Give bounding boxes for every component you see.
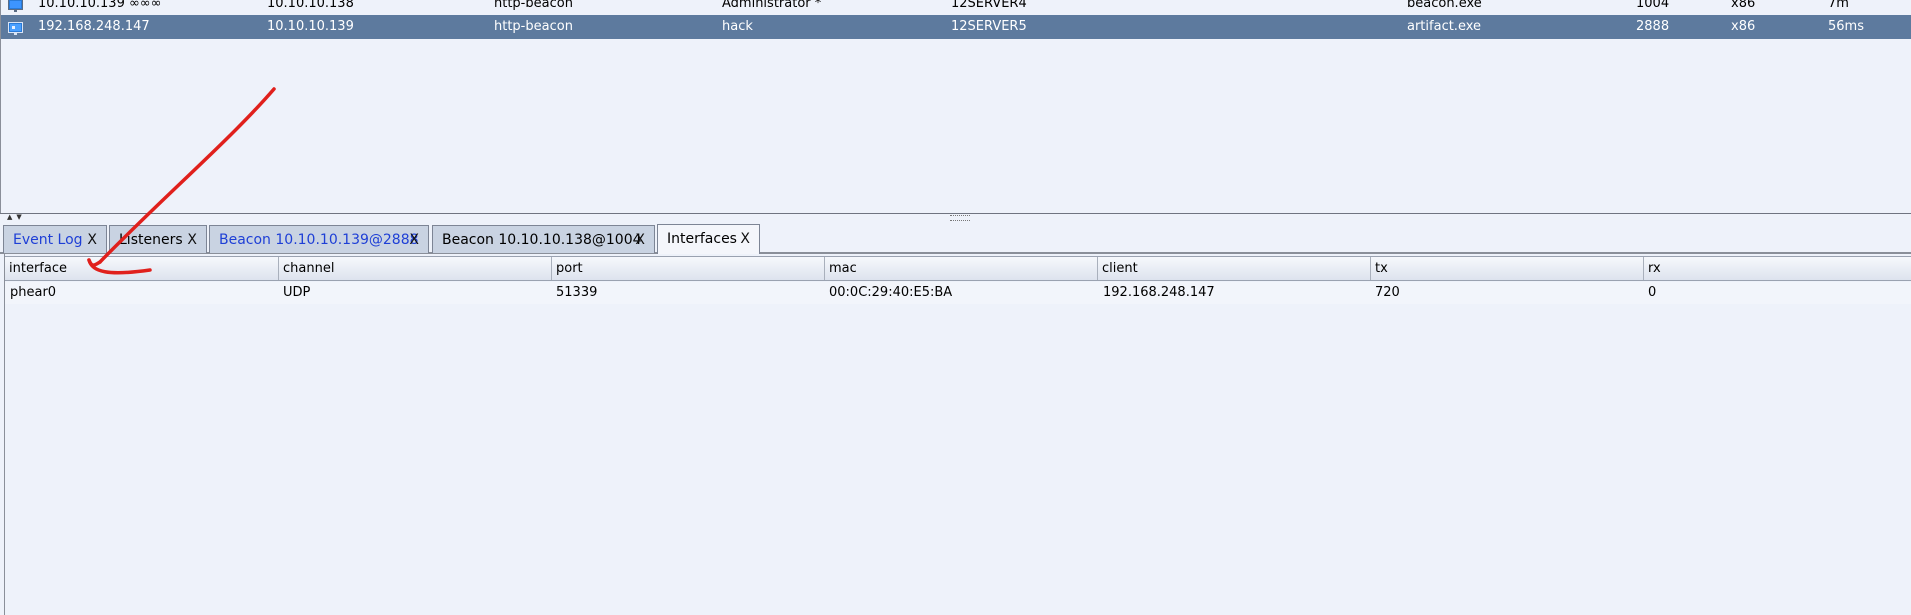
windows-monitor-icon xyxy=(8,0,23,12)
session-internal: 10.10.10.139 xyxy=(267,19,354,34)
session-last: 7m xyxy=(1828,0,1849,11)
session-last: 56ms xyxy=(1828,19,1864,34)
windows-monitor-icon xyxy=(8,20,23,35)
session-pid: 2888 xyxy=(1636,19,1670,34)
cobalt-strike-window: 10.10.10.139 ∞∞∞ 10.10.10.138 http-beaco… xyxy=(0,0,1911,615)
table-border xyxy=(4,254,5,615)
tab-label: Beacon 10.10.10.139@2888 xyxy=(219,232,419,248)
session-listener: http-beacon xyxy=(494,0,573,11)
tab-label: Beacon 10.10.10.138@1004 xyxy=(442,232,642,248)
divider-grip-icon[interactable] xyxy=(950,215,970,221)
column-header-client[interactable]: client xyxy=(1098,257,1371,280)
session-row[interactable]: 10.10.10.139 ∞∞∞ 10.10.10.138 http-beaco… xyxy=(1,0,1911,16)
collapse-arrows-icon[interactable]: ▲▼ xyxy=(7,213,26,221)
tab-close-button[interactable]: X xyxy=(87,226,97,254)
tab-label: Interfaces xyxy=(667,231,737,247)
tab-beacon-1004[interactable]: Beacon 10.10.10.138@1004 X xyxy=(432,225,655,253)
split-divider[interactable]: ▲▼ xyxy=(0,213,1911,223)
session-process: beacon.exe xyxy=(1407,0,1482,11)
session-user: Administrator * xyxy=(722,0,822,11)
table-row[interactable]: phear0 UDP 51339 00:0C:29:40:E5:BA 192.1… xyxy=(5,282,1911,304)
tab-label: Event Log xyxy=(13,232,83,248)
session-arch: x86 xyxy=(1731,0,1756,11)
tab-beacon-2888[interactable]: Beacon 10.10.10.139@2888 X xyxy=(209,225,429,253)
cell-client: 192.168.248.147 xyxy=(1103,285,1215,300)
session-external: 192.168.248.147 xyxy=(38,19,150,34)
tab-close-button[interactable]: X xyxy=(187,226,197,254)
session-user: hack xyxy=(722,19,753,34)
sessions-table[interactable]: 10.10.10.139 ∞∞∞ 10.10.10.138 http-beaco… xyxy=(0,0,1911,213)
tab-event-log[interactable]: Event Log X xyxy=(3,225,107,253)
interfaces-table[interactable]: interface channel port mac client tx rx … xyxy=(0,254,1911,615)
session-computer: 12SERVER5 xyxy=(951,19,1027,34)
column-header-port[interactable]: port xyxy=(552,257,825,280)
cell-rx: 0 xyxy=(1648,285,1657,300)
session-pid: 1004 xyxy=(1636,0,1670,11)
session-internal: 10.10.10.138 xyxy=(267,0,354,11)
session-arch: x86 xyxy=(1731,19,1756,34)
tab-close-button[interactable]: X xyxy=(635,226,645,254)
tab-label: Listeners xyxy=(119,232,183,248)
tab-listeners[interactable]: Listeners X xyxy=(109,225,207,253)
tab-close-button[interactable]: X xyxy=(740,225,750,253)
session-row-selected[interactable]: 192.168.248.147 10.10.10.139 http-beacon… xyxy=(1,15,1911,39)
cell-mac: 00:0C:29:40:E5:BA xyxy=(829,285,953,300)
column-header-channel[interactable]: channel xyxy=(279,257,552,280)
column-header-interface[interactable]: interface xyxy=(5,257,279,280)
column-header-mac[interactable]: mac xyxy=(825,257,1098,280)
session-external: 10.10.10.139 ∞∞∞ xyxy=(38,0,162,11)
cell-port: 51339 xyxy=(556,285,598,300)
tab-close-button[interactable]: X xyxy=(409,226,419,254)
column-header-tx[interactable]: tx xyxy=(1371,257,1644,280)
session-listener: http-beacon xyxy=(494,19,573,34)
session-process: artifact.exe xyxy=(1407,19,1482,34)
tab-interfaces[interactable]: Interfaces X xyxy=(657,224,760,254)
cell-channel: UDP xyxy=(283,285,311,300)
table-header: interface channel port mac client tx rx xyxy=(5,256,1911,281)
cell-tx: 720 xyxy=(1375,285,1400,300)
column-header-rx[interactable]: rx xyxy=(1644,257,1911,280)
cell-interface: phear0 xyxy=(10,285,57,300)
tab-strip: Event Log X Listeners X Beacon 10.10.10.… xyxy=(0,223,1911,254)
session-computer: 12SERVER4 xyxy=(951,0,1027,11)
